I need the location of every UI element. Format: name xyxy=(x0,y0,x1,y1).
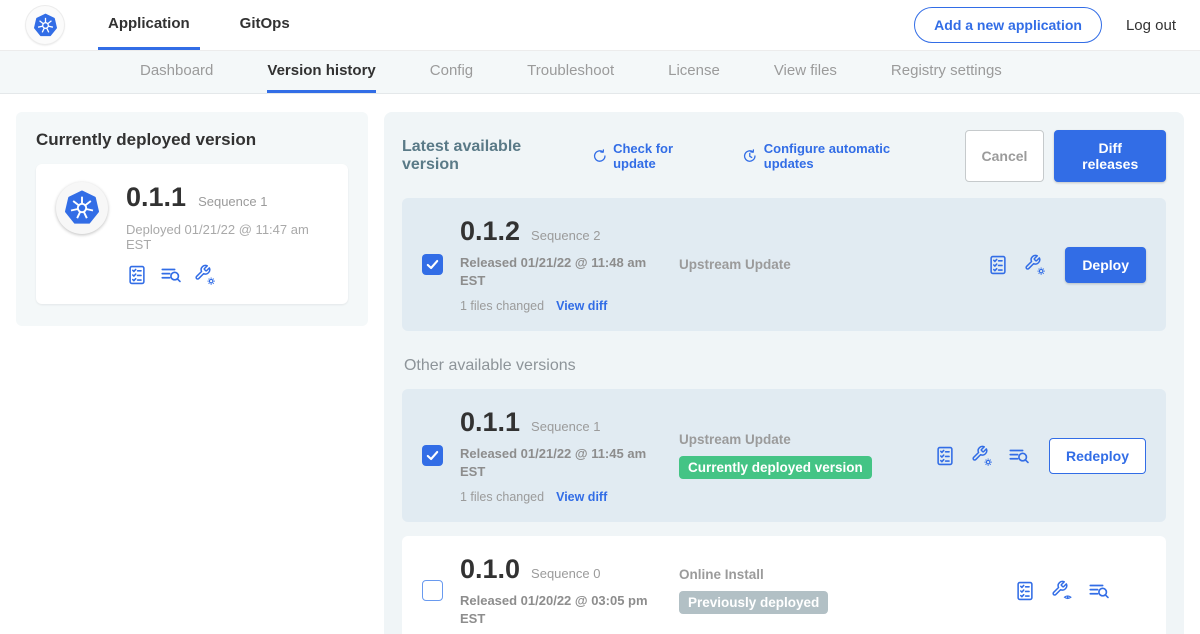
subnav-license-label: License xyxy=(668,62,720,79)
subnav-license[interactable]: License xyxy=(668,51,720,93)
deployed-sequence: Sequence 1 xyxy=(198,194,267,209)
check-for-update-label: Check for update xyxy=(613,141,716,171)
version-released-timestamp: Released 01/21/22 @ 11:48 am EST xyxy=(460,254,650,289)
view-diff-link[interactable]: View diff xyxy=(556,490,607,504)
files-changed-label: 1 files changed xyxy=(460,299,544,313)
kubernetes-app-icon xyxy=(56,182,108,234)
edit-config-icon[interactable] xyxy=(1024,254,1046,276)
app-subnav: Dashboard Version history Config Trouble… xyxy=(0,50,1200,94)
subnav-config-label: Config xyxy=(430,62,473,79)
deployed-card-title: Currently deployed version xyxy=(36,130,348,150)
files-changed-label: 1 files changed xyxy=(460,490,544,504)
subnav-troubleshoot[interactable]: Troubleshoot xyxy=(527,51,614,93)
version-number: 0.1.0 xyxy=(460,554,520,585)
version-source-label: Upstream Update xyxy=(679,432,934,447)
latest-available-title: Latest available version xyxy=(402,138,578,174)
subnav-version-history[interactable]: Version history xyxy=(267,51,375,93)
auto-update-icon xyxy=(742,148,758,164)
version-source-label: Online Install xyxy=(679,567,934,582)
deployed-version-card: 0.1.1 Sequence 1 Deployed 01/21/22 @ 11:… xyxy=(36,164,348,304)
kubernetes-logo xyxy=(26,6,64,44)
tab-gitops[interactable]: GitOps xyxy=(230,0,300,50)
release-notes-icon[interactable] xyxy=(126,264,148,286)
version-source-label: Upstream Update xyxy=(679,257,934,272)
currently-deployed-card: Currently deployed version 0.1.1 Sequenc… xyxy=(16,112,368,326)
edit-config-icon[interactable] xyxy=(971,445,993,467)
check-for-update-link[interactable]: Check for update xyxy=(592,141,717,171)
redeploy-button[interactable]: Redeploy xyxy=(1049,438,1146,474)
version-row-0-1-0: 0.1.0 Sequence 0 Released 01/20/22 @ 03:… xyxy=(402,536,1166,634)
version-number: 0.1.2 xyxy=(460,216,520,247)
view-diff-link[interactable]: View diff xyxy=(556,299,607,313)
version-row-0-1-2: 0.1.2 Sequence 2 Released 01/21/22 @ 11:… xyxy=(402,198,1166,331)
release-notes-icon[interactable] xyxy=(987,254,1009,276)
other-available-versions-title: Other available versions xyxy=(404,357,1166,375)
version-checkbox[interactable] xyxy=(422,254,443,275)
tab-gitops-label: GitOps xyxy=(240,15,290,32)
version-row-0-1-1: 0.1.1 Sequence 1 Released 01/21/22 @ 11:… xyxy=(402,389,1166,522)
subnav-view-files[interactable]: View files xyxy=(774,51,837,93)
subnav-version-history-label: Version history xyxy=(267,62,375,79)
available-versions-panel: Latest available version Check for updat… xyxy=(384,112,1184,634)
view-logs-icon[interactable] xyxy=(160,264,182,286)
deployed-timestamp: Deployed 01/21/22 @ 11:47 am EST xyxy=(126,222,328,252)
configure-automatic-updates-label: Configure automatic updates xyxy=(764,141,939,171)
currently-deployed-badge: Currently deployed version xyxy=(679,456,872,479)
subnav-troubleshoot-label: Troubleshoot xyxy=(527,62,614,79)
view-config-icon[interactable] xyxy=(1051,580,1073,602)
subnav-dashboard-label: Dashboard xyxy=(140,62,213,79)
edit-config-icon[interactable] xyxy=(194,264,216,286)
version-released-timestamp: Released 01/21/22 @ 11:45 am EST xyxy=(460,445,650,480)
previously-deployed-badge: Previously deployed xyxy=(679,591,828,614)
subnav-config[interactable]: Config xyxy=(430,51,473,93)
header-tabs: Application GitOps xyxy=(98,0,300,50)
app-header: Application GitOps Add a new application… xyxy=(0,0,1200,50)
deployed-version-number: 0.1.1 xyxy=(126,182,186,213)
version-sequence: Sequence 1 xyxy=(531,419,600,434)
view-logs-icon[interactable] xyxy=(1008,445,1030,467)
view-logs-icon[interactable] xyxy=(1088,580,1110,602)
subnav-view-files-label: View files xyxy=(774,62,837,79)
subnav-registry-settings-label: Registry settings xyxy=(891,62,1002,79)
version-checkbox[interactable] xyxy=(422,580,443,601)
release-notes-icon[interactable] xyxy=(934,445,956,467)
subnav-dashboard[interactable]: Dashboard xyxy=(140,51,213,93)
cancel-button[interactable]: Cancel xyxy=(965,130,1045,182)
deploy-button[interactable]: Deploy xyxy=(1065,247,1146,283)
release-notes-icon[interactable] xyxy=(1014,580,1036,602)
add-application-button[interactable]: Add a new application xyxy=(914,7,1102,43)
version-number: 0.1.1 xyxy=(460,407,520,438)
configure-automatic-updates-link[interactable]: Configure automatic updates xyxy=(742,141,938,171)
version-checkbox[interactable] xyxy=(422,445,443,466)
version-sequence: Sequence 0 xyxy=(531,566,600,581)
subnav-registry-settings[interactable]: Registry settings xyxy=(891,51,1002,93)
tab-application-label: Application xyxy=(108,15,190,32)
version-released-timestamp: Released 01/20/22 @ 03:05 pm EST xyxy=(460,592,650,627)
diff-releases-button[interactable]: Diff releases xyxy=(1054,130,1166,182)
logout-link[interactable]: Log out xyxy=(1126,17,1176,34)
version-sequence: Sequence 2 xyxy=(531,228,600,243)
tab-application[interactable]: Application xyxy=(98,0,200,50)
refresh-icon xyxy=(592,148,608,164)
